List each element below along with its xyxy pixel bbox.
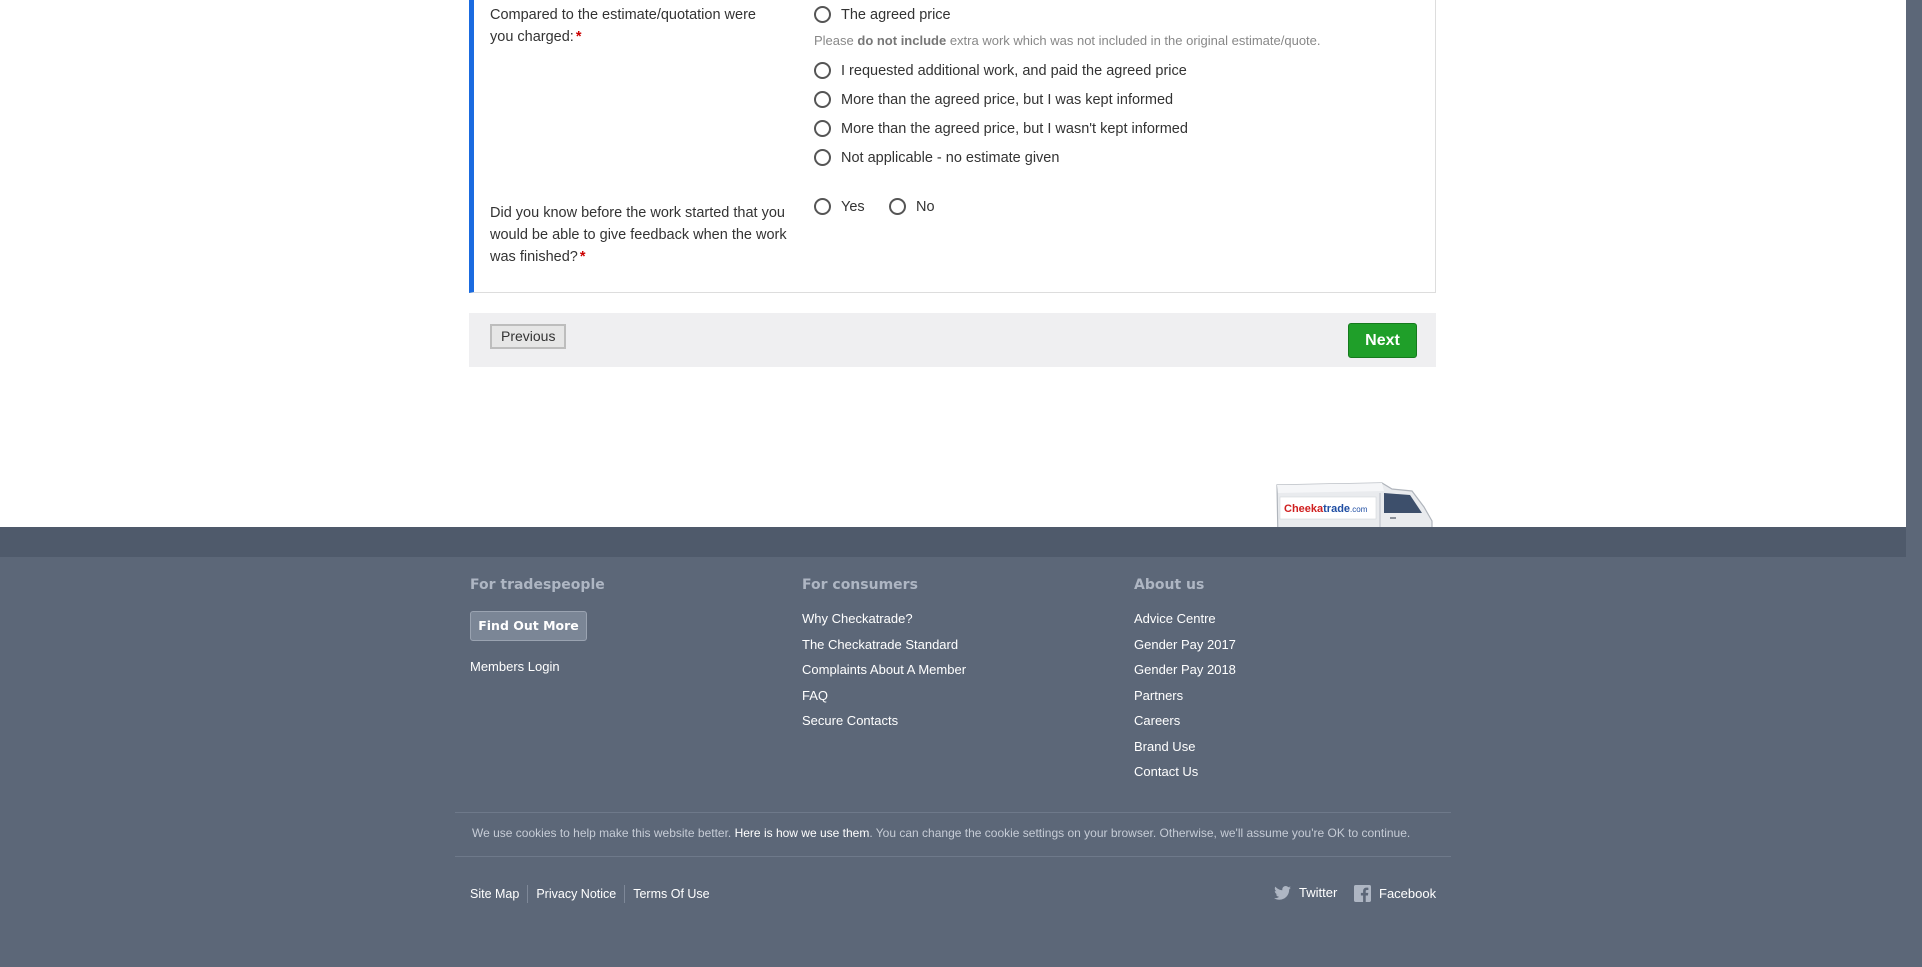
divider bbox=[455, 856, 1451, 857]
previous-button[interactable]: Previous bbox=[490, 324, 567, 349]
twitter-link[interactable]: Twitter bbox=[1274, 885, 1337, 900]
radio-label: Not applicable - no estimate given bbox=[841, 149, 1060, 166]
radio-option-additional-work[interactable]: I requested additional work, and paid th… bbox=[814, 62, 1187, 79]
footer-col-about: About us Advice Centre Gender Pay 2017 G… bbox=[1134, 577, 1236, 790]
radio-label: The agreed price bbox=[841, 6, 951, 23]
facebook-label: Facebook bbox=[1379, 886, 1437, 901]
radio-label: I requested additional work, and paid th… bbox=[841, 62, 1187, 79]
footer-heading: For tradespeople bbox=[470, 577, 605, 593]
survey-navigation: Previous Next bbox=[469, 313, 1436, 367]
scrollbar[interactable] bbox=[1906, 0, 1922, 967]
cookie-text-after: . You can change the cookie settings on … bbox=[869, 826, 1411, 840]
divider bbox=[455, 812, 1451, 813]
radio-option-agreed-price[interactable]: The agreed price bbox=[814, 6, 951, 23]
next-button[interactable]: Next bbox=[1348, 323, 1417, 358]
privacy-notice-link[interactable]: Privacy Notice bbox=[527, 885, 624, 903]
footer-link-advice-centre[interactable]: Advice Centre bbox=[1134, 611, 1236, 628]
hint-suffix: extra work which was not included in the… bbox=[946, 33, 1321, 48]
site-footer: For tradespeople Find Out More Members L… bbox=[0, 527, 1906, 967]
footer-link-complaints[interactable]: Complaints About A Member bbox=[802, 662, 966, 679]
footer-link-partners[interactable]: Partners bbox=[1134, 688, 1236, 705]
question-charged-label: Compared to the estimate/quotation were … bbox=[490, 4, 782, 48]
radio-button[interactable] bbox=[889, 198, 906, 215]
radio-label: No bbox=[916, 198, 935, 215]
footer-heading: About us bbox=[1134, 577, 1205, 593]
survey-question-panel: Compared to the estimate/quotation were … bbox=[469, 0, 1436, 293]
footer-legal-links: Site Map Privacy Notice Terms Of Use bbox=[470, 885, 718, 903]
footer-link-brand-use[interactable]: Brand Use bbox=[1134, 739, 1236, 756]
question-charged-text: Compared to the estimate/quotation were … bbox=[490, 7, 756, 45]
svg-text:Cheekatrade.com: Cheekatrade.com bbox=[1284, 503, 1368, 515]
terms-of-use-link[interactable]: Terms Of Use bbox=[624, 885, 717, 903]
radio-option-not-applicable[interactable]: Not applicable - no estimate given bbox=[814, 149, 1059, 166]
facebook-link[interactable]: Facebook bbox=[1354, 885, 1436, 902]
radio-button[interactable] bbox=[814, 120, 831, 137]
footer-link-careers[interactable]: Careers bbox=[1134, 713, 1236, 730]
footer-link-contact-us[interactable]: Contact Us bbox=[1134, 764, 1236, 781]
radio-button[interactable] bbox=[814, 149, 831, 166]
footer-col-consumers: For consumers Why Checkatrade? The Check… bbox=[802, 577, 966, 739]
footer-link-secure-contacts[interactable]: Secure Contacts bbox=[802, 713, 966, 730]
twitter-icon bbox=[1274, 885, 1291, 900]
members-login-link[interactable]: Members Login bbox=[470, 659, 605, 676]
cookie-notice: We use cookies to help make this website… bbox=[472, 826, 1410, 840]
radio-option-yes[interactable]: Yes bbox=[814, 198, 865, 215]
facebook-icon bbox=[1354, 885, 1371, 902]
footer-link-why-checkatrade[interactable]: Why Checkatrade? bbox=[802, 611, 966, 628]
question-feedback-label: Did you know before the work started tha… bbox=[490, 202, 790, 268]
radio-label: More than the agreed price, but I was ke… bbox=[841, 91, 1174, 108]
footer-link-gender-pay-2017[interactable]: Gender Pay 2017 bbox=[1134, 637, 1236, 654]
footer-link-gender-pay-2018[interactable]: Gender Pay 2018 bbox=[1134, 662, 1236, 679]
footer-band bbox=[0, 527, 1906, 557]
twitter-label: Twitter bbox=[1299, 885, 1338, 900]
hint-bold: do not include bbox=[857, 33, 947, 48]
footer-heading: For consumers bbox=[802, 577, 918, 593]
radio-label: More than the agreed price, but I wasn't… bbox=[841, 120, 1188, 137]
cookie-policy-link[interactable]: Here is how we use them bbox=[735, 826, 870, 840]
question-feedback-text: Did you know before the work started tha… bbox=[490, 205, 787, 265]
radio-option-more-informed[interactable]: More than the agreed price, but I was ke… bbox=[814, 91, 1173, 108]
radio-button[interactable] bbox=[814, 198, 831, 215]
required-asterisk: * bbox=[575, 29, 582, 45]
radio-option-no[interactable]: No bbox=[889, 198, 935, 215]
radio-button[interactable] bbox=[814, 91, 831, 108]
footer-link-faq[interactable]: FAQ bbox=[802, 688, 966, 705]
hint-text: Please do not include extra work which w… bbox=[814, 33, 1321, 48]
footer-link-checkatrade-standard[interactable]: The Checkatrade Standard bbox=[802, 637, 966, 654]
cookie-text-before: We use cookies to help make this website… bbox=[472, 826, 735, 840]
find-out-more-button[interactable]: Find Out More bbox=[470, 611, 587, 641]
required-asterisk: * bbox=[579, 249, 586, 265]
radio-button[interactable] bbox=[814, 62, 831, 79]
radio-button[interactable] bbox=[814, 6, 831, 23]
site-map-link[interactable]: Site Map bbox=[470, 885, 527, 903]
hint-prefix: Please bbox=[814, 33, 858, 48]
footer-col-tradespeople: For tradespeople Find Out More Members L… bbox=[470, 577, 605, 685]
radio-label: Yes bbox=[841, 198, 865, 215]
radio-option-more-not-informed[interactable]: More than the agreed price, but I wasn't… bbox=[814, 120, 1188, 137]
